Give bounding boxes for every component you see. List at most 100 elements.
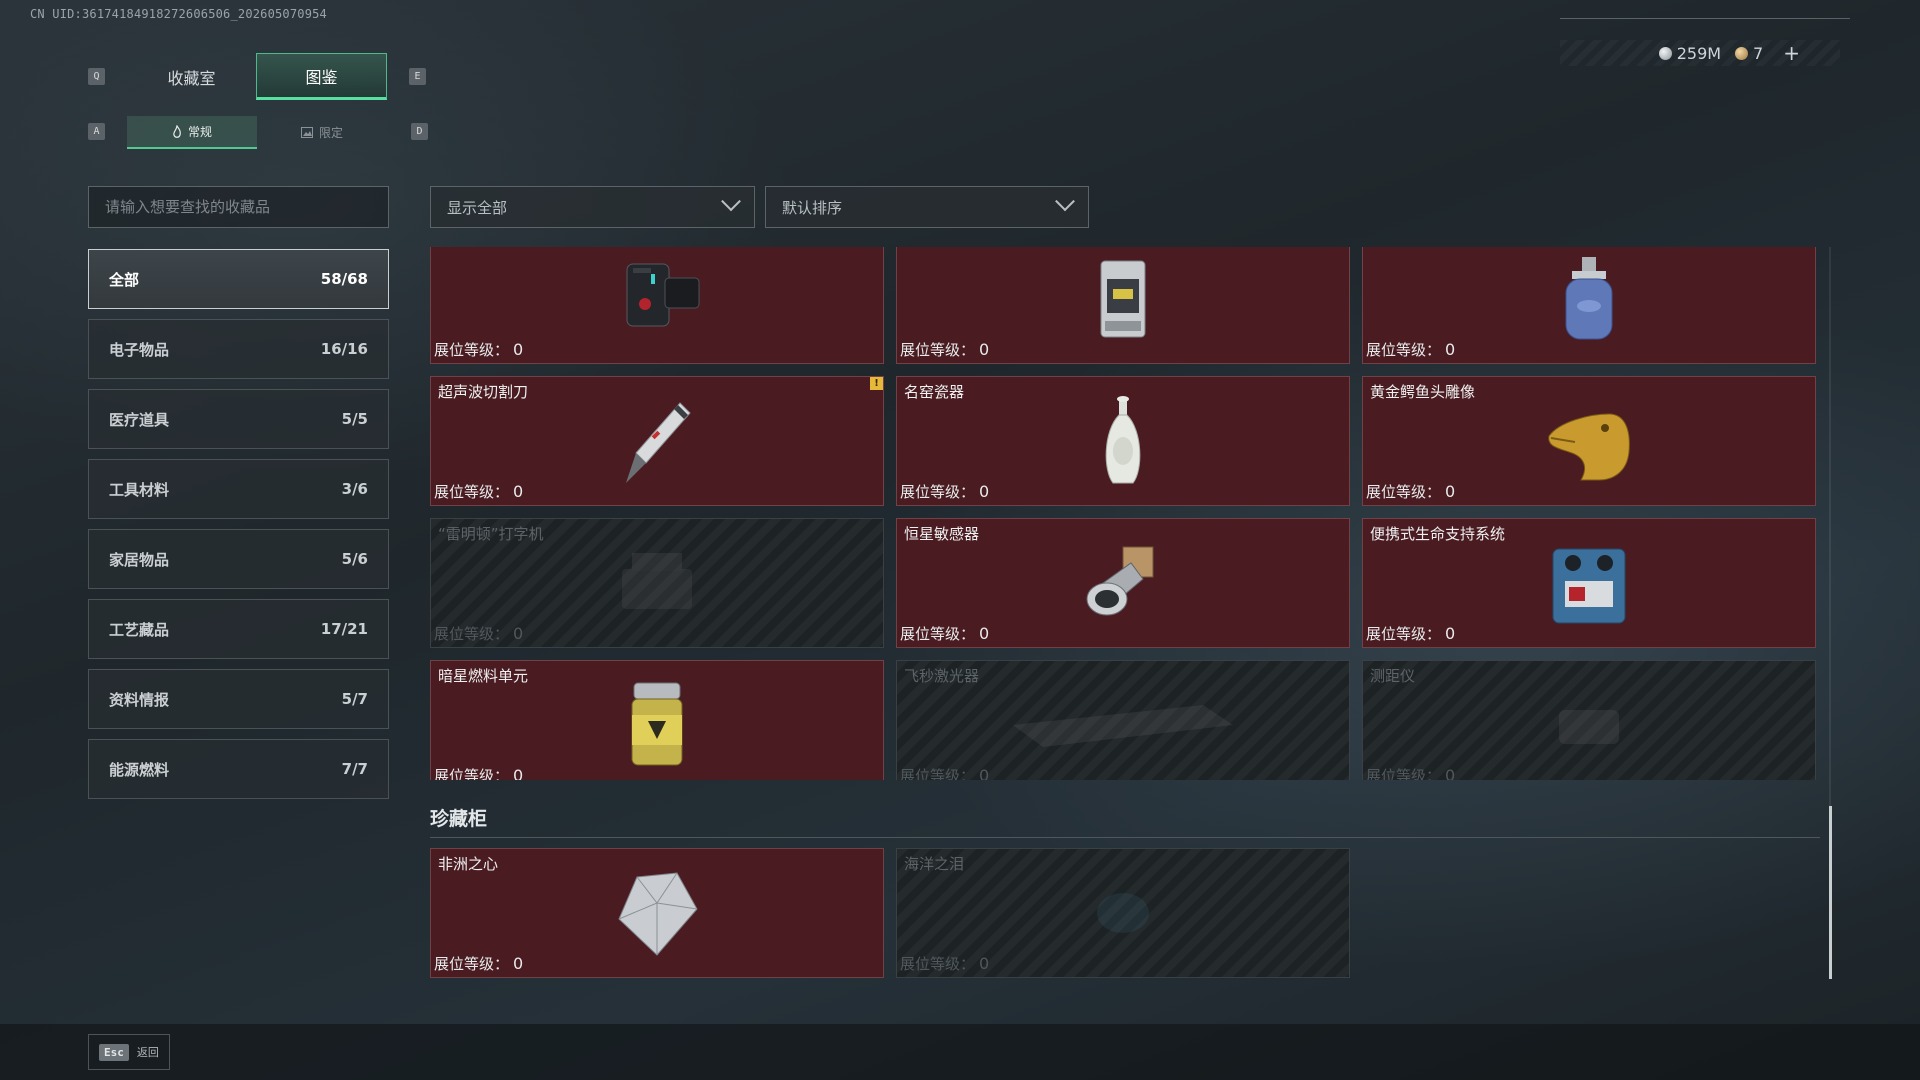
tab-regular-label: 常规 bbox=[187, 125, 212, 139]
silver-coin-icon bbox=[1658, 46, 1672, 60]
tab-regular[interactable]: 常规 bbox=[127, 116, 257, 149]
booth-level-value: 0 bbox=[1445, 482, 1456, 501]
category-count: 58/68 bbox=[320, 270, 368, 288]
booth-level-value: 0 bbox=[513, 340, 524, 359]
collection-card[interactable]: 黄金鳄鱼头雕像 展位等级： 0 bbox=[1362, 376, 1816, 506]
fuel-cell-icon bbox=[631, 682, 683, 766]
category-label: 资料情报 bbox=[109, 690, 170, 709]
chevron-down-icon bbox=[721, 191, 741, 212]
booth-level-value: 0 bbox=[1445, 340, 1456, 359]
booth-level-value: 0 bbox=[979, 624, 990, 643]
category-label: 电子物品 bbox=[109, 340, 170, 359]
collection-card[interactable]: 展位等级： 0 bbox=[1362, 247, 1816, 364]
booth-level-value: 0 bbox=[979, 340, 990, 359]
booth-level: 展位等级： 0 bbox=[1366, 765, 1455, 780]
collection-card[interactable]: 非洲之心 展位等级： 0 bbox=[430, 848, 884, 978]
collection-card-locked[interactable]: 海洋之泪 展位等级： 0 bbox=[896, 848, 1350, 978]
lantern-icon bbox=[1100, 260, 1146, 338]
sort-dropdown[interactable]: 默认排序 bbox=[765, 186, 1089, 228]
currency-bar: 259M 7 + bbox=[1560, 40, 1840, 66]
booth-level-label: 展位等级： bbox=[1366, 341, 1442, 359]
booth-level-value: 0 bbox=[979, 482, 990, 501]
collection-card[interactable]: 超声波切割刀 ! 展位等级： 0 bbox=[430, 376, 884, 506]
booth-level-label: 展位等级： bbox=[434, 955, 510, 973]
booth-level: 展位等级： 0 bbox=[900, 481, 989, 502]
booth-level-value: 0 bbox=[1445, 624, 1456, 643]
add-currency-button[interactable]: + bbox=[1783, 41, 1800, 65]
collection-card[interactable]: 暗星燃料单元 展位等级： 0 bbox=[430, 660, 884, 780]
treasure-grid: 非洲之心 展位等级： 0 海洋之泪 展位等级： 0 bbox=[430, 848, 1350, 978]
collection-grid: 展位等级： 0 展位等级： 0 展位等级： 0 超声波切割刀 ! 展位等级： 0… bbox=[430, 247, 1823, 780]
category-label: 家居物品 bbox=[109, 550, 170, 569]
scrollbar-thumb[interactable] bbox=[1829, 806, 1832, 979]
booth-level-label: 展位等级： bbox=[434, 341, 510, 359]
main-tabs: 收藏室 图鉴 bbox=[127, 53, 387, 100]
collection-card-locked[interactable]: “雷明顿”打字机 展位等级： 0 bbox=[430, 518, 884, 648]
tab-limited[interactable]: 限定 bbox=[257, 116, 387, 149]
back-button[interactable]: Esc 返回 bbox=[88, 1034, 170, 1070]
booth-level-value: 0 bbox=[513, 766, 524, 780]
booth-level-label: 展位等级： bbox=[1366, 625, 1442, 643]
collection-card-locked[interactable]: 测距仪 展位等级： 0 bbox=[1362, 660, 1816, 780]
collection-grid-viewport: 展位等级： 0 展位等级： 0 展位等级： 0 超声波切割刀 ! 展位等级： 0… bbox=[430, 247, 1823, 780]
search-input[interactable] bbox=[88, 186, 389, 228]
star-sensor-icon bbox=[1086, 546, 1154, 616]
silver-amount: 259M bbox=[1676, 43, 1722, 63]
picture-icon bbox=[300, 127, 313, 138]
top-divider bbox=[1560, 18, 1850, 19]
life-support-icon bbox=[1552, 548, 1626, 624]
booth-level: 展位等级： 0 bbox=[900, 339, 989, 360]
booth-level-label: 展位等级： bbox=[900, 483, 976, 501]
card-title: 便携式生命支持系统 bbox=[1370, 525, 1506, 543]
card-title: 测距仪 bbox=[1370, 667, 1416, 685]
collection-card[interactable]: 名窑瓷器 展位等级： 0 bbox=[896, 376, 1350, 506]
collection-card[interactable]: 恒星敏感器 展位等级： 0 bbox=[896, 518, 1350, 648]
category-list: 全部 58/68 电子物品 16/16 医疗道具 5/5 工具材料 3/6 家居物品 5/… bbox=[88, 249, 389, 809]
diamond-icon bbox=[618, 872, 698, 956]
booth-level-label: 展位等级： bbox=[900, 955, 976, 973]
key-hint-q: Q bbox=[88, 68, 105, 85]
collection-card[interactable]: 展位等级： 0 bbox=[430, 247, 884, 364]
category-item-crafts[interactable]: 工艺藏品 17/21 bbox=[88, 599, 389, 659]
category-item-energy[interactable]: 能源燃料 7/7 bbox=[88, 739, 389, 799]
category-label: 能源燃料 bbox=[109, 760, 170, 779]
category-item-tools[interactable]: 工具材料 3/6 bbox=[88, 459, 389, 519]
sub-tabs: 常规 限定 bbox=[127, 116, 387, 149]
back-label: 返回 bbox=[136, 1046, 159, 1059]
tab-limited-label: 限定 bbox=[318, 126, 343, 140]
category-item-medical[interactable]: 医疗道具 5/5 bbox=[88, 389, 389, 449]
card-title: 海洋之泪 bbox=[904, 855, 965, 873]
card-title: 黄金鳄鱼头雕像 bbox=[1370, 383, 1476, 401]
gem-icon bbox=[1097, 893, 1149, 933]
gas-canister-icon bbox=[1565, 257, 1613, 340]
collection-card-locked[interactable]: 飞秒激光器 展位等级： 0 bbox=[896, 660, 1350, 780]
vase-icon bbox=[1105, 396, 1141, 484]
category-item-household[interactable]: 家居物品 5/6 bbox=[88, 529, 389, 589]
tab-codex[interactable]: 图鉴 bbox=[256, 53, 387, 100]
booth-level-label: 展位等级： bbox=[434, 767, 510, 780]
category-count: 7/7 bbox=[341, 760, 368, 778]
booth-level-label: 展位等级： bbox=[434, 483, 510, 501]
category-item-all[interactable]: 全部 58/68 bbox=[88, 249, 389, 309]
collection-card[interactable]: 便携式生命支持系统 展位等级： 0 bbox=[1362, 518, 1816, 648]
filter-dropdown[interactable]: 显示全部 bbox=[430, 186, 755, 228]
card-title: 暗星燃料单元 bbox=[438, 667, 529, 685]
collection-card[interactable]: 展位等级： 0 bbox=[896, 247, 1350, 364]
category-count: 5/7 bbox=[341, 690, 368, 708]
category-label: 工艺藏品 bbox=[109, 620, 170, 639]
knife-icon bbox=[626, 402, 691, 483]
booth-level: 展位等级： 0 bbox=[1366, 623, 1455, 644]
tab-collection-room[interactable]: 收藏室 bbox=[127, 53, 256, 100]
booth-level-label: 展位等级： bbox=[1366, 483, 1442, 501]
category-count: 17/21 bbox=[320, 620, 368, 638]
section-divider bbox=[430, 837, 1820, 838]
silver-currency: 259M bbox=[1658, 43, 1722, 63]
esc-key-icon: Esc bbox=[99, 1043, 129, 1061]
sort-dropdown-label: 默认排序 bbox=[782, 198, 843, 217]
filter-dropdown-label: 显示全部 bbox=[447, 198, 508, 217]
category-count: 3/6 bbox=[341, 480, 368, 498]
category-item-electronics[interactable]: 电子物品 16/16 bbox=[88, 319, 389, 379]
chevron-down-icon bbox=[1055, 191, 1075, 212]
new-item-badge: ! bbox=[870, 377, 883, 390]
category-item-intel[interactable]: 资料情报 5/7 bbox=[88, 669, 389, 729]
